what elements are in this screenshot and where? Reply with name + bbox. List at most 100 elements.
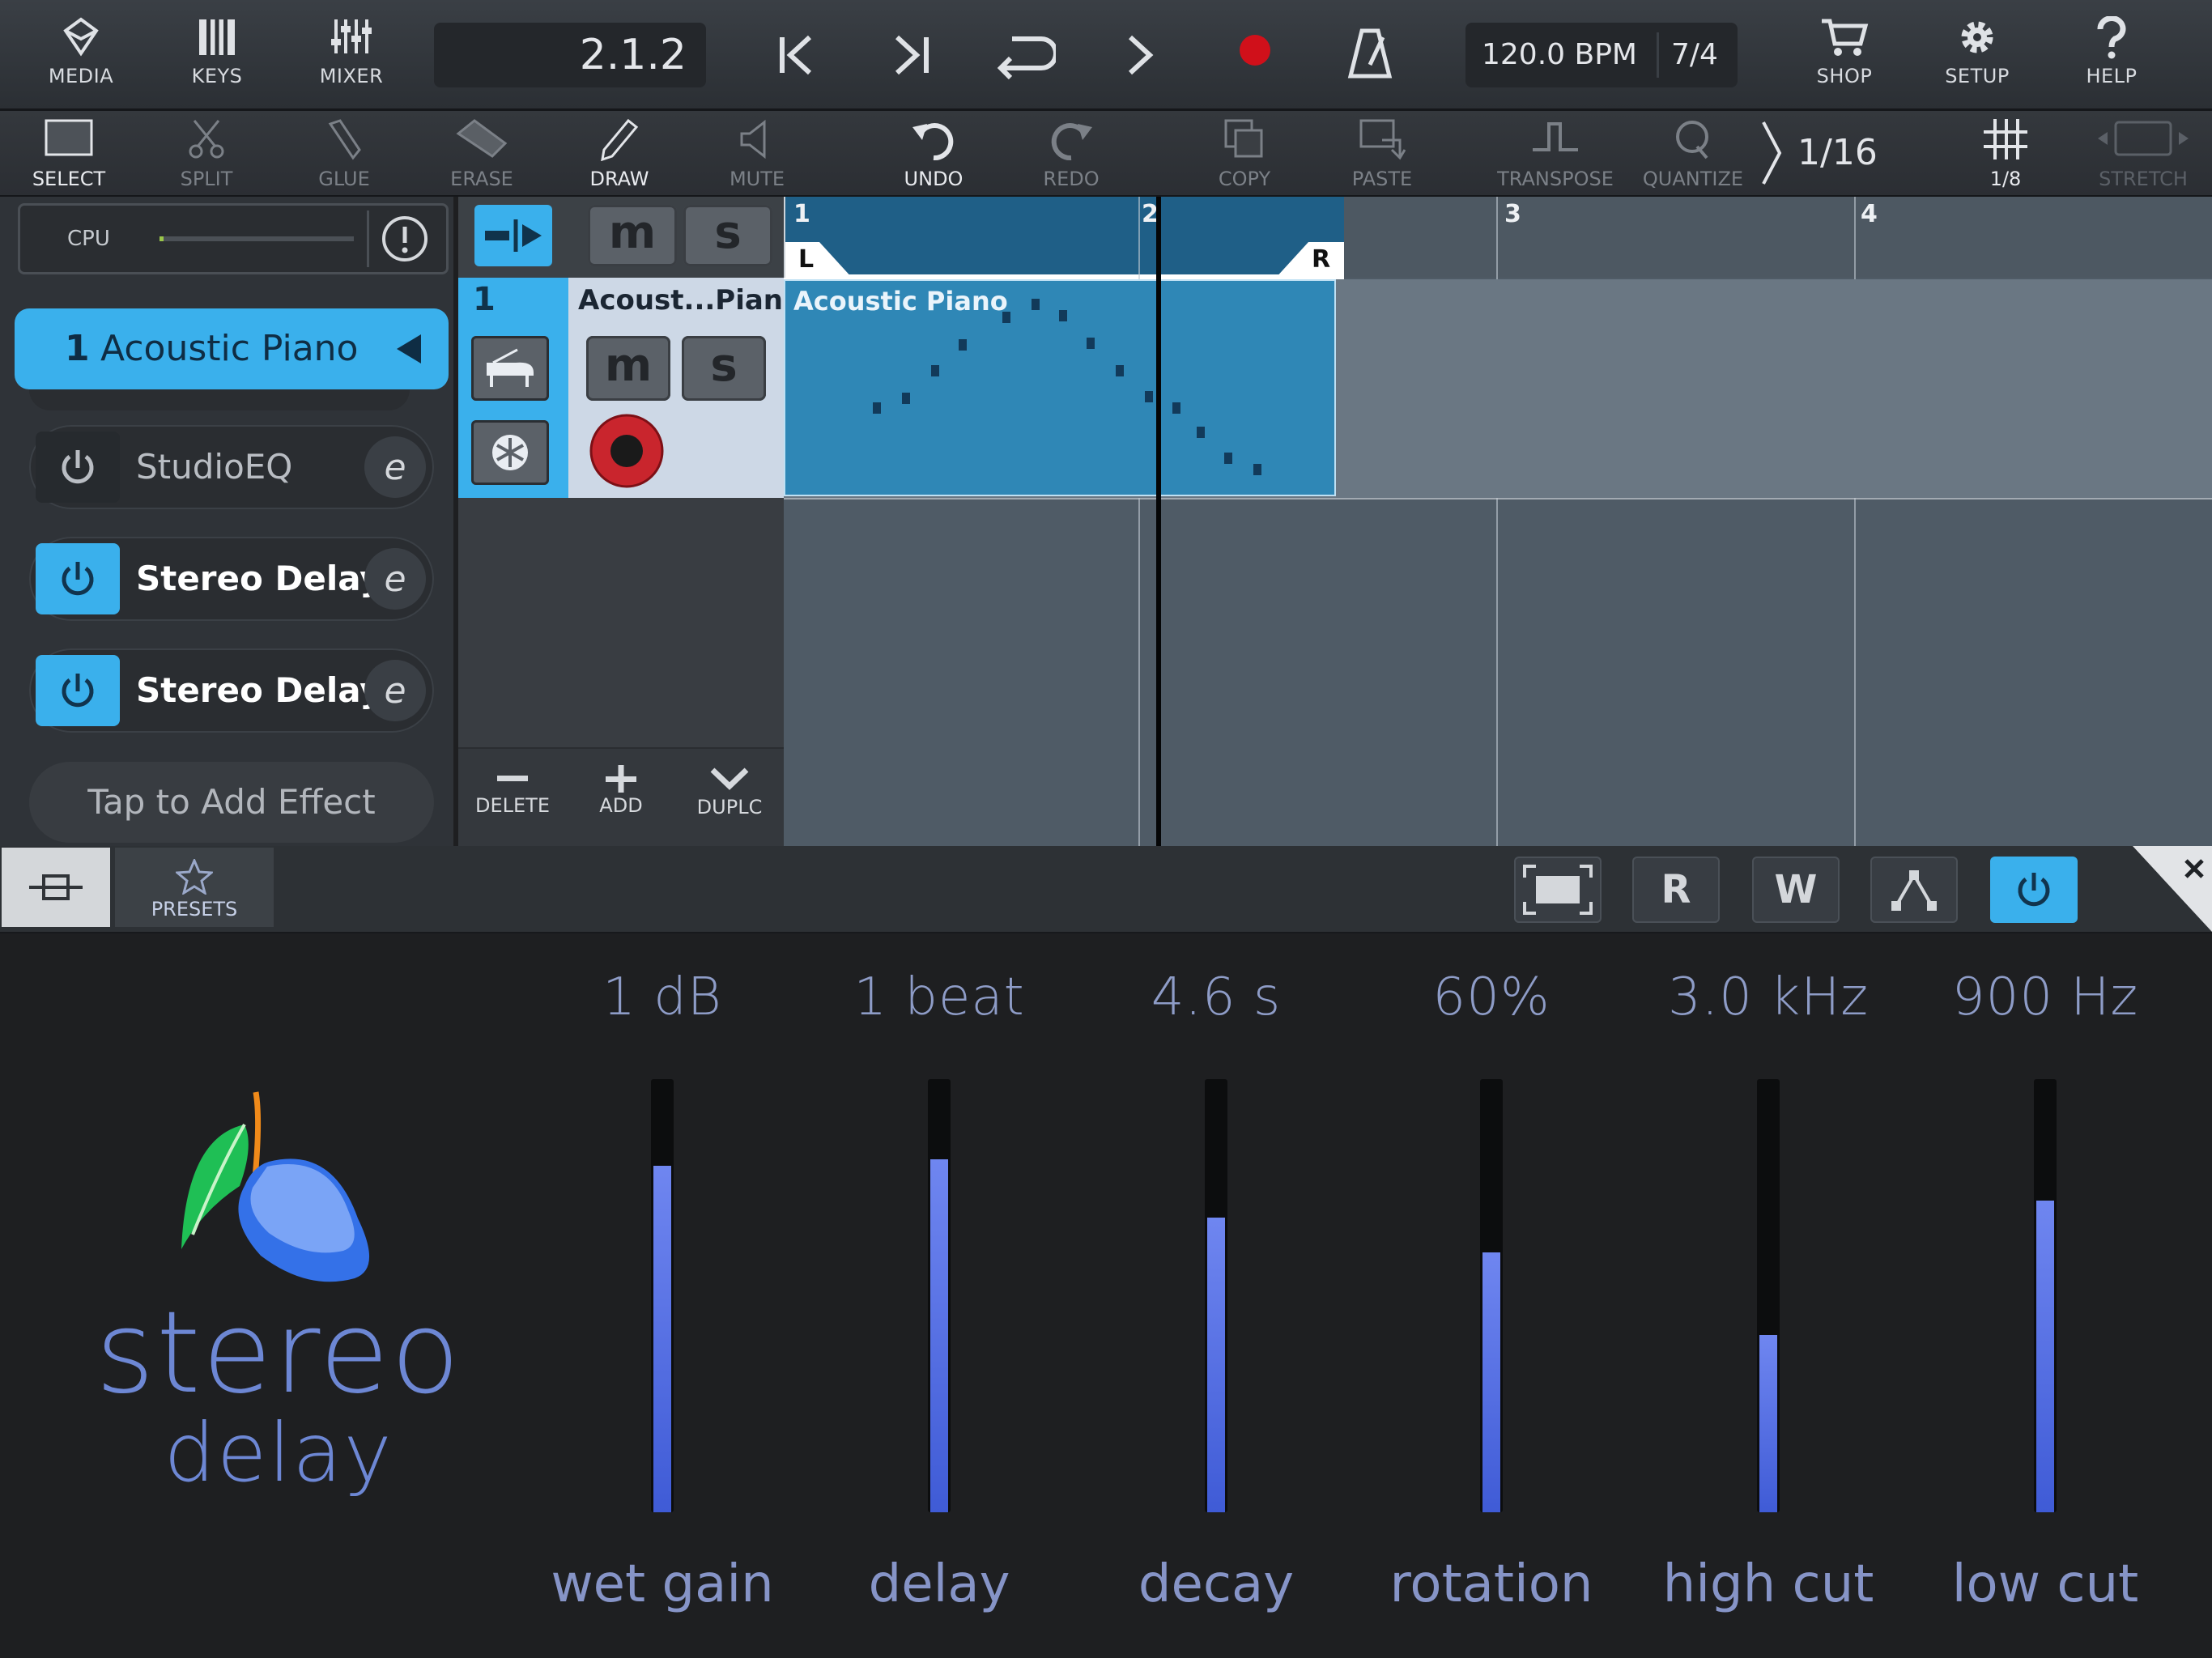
transpose-icon: [1533, 122, 1578, 151]
song-position: 2.1.2: [579, 31, 687, 79]
help-icon: [2097, 16, 2126, 59]
delete-track-button[interactable]: DELETE: [458, 749, 567, 848]
low-cut-slider[interactable]: [2034, 1079, 2057, 1512]
decay-value: 4.6 s: [1151, 967, 1282, 1027]
loop-left-marker[interactable]: [784, 242, 853, 279]
presets-button[interactable]: PRESETS: [115, 848, 274, 927]
plugin-power-button[interactable]: [1990, 857, 2078, 923]
effect-name: Stereo Delay: [136, 559, 382, 598]
select-tool[interactable]: SELECT: [0, 111, 138, 195]
glue-tool[interactable]: GLUE: [275, 111, 413, 195]
paste-icon: [1359, 119, 1406, 160]
playhead[interactable]: [1156, 197, 1161, 846]
track-mute-button[interactable]: m: [586, 336, 670, 401]
close-plugin-button[interactable]: [2133, 846, 2212, 932]
high-cut-slider[interactable]: [1757, 1079, 1780, 1512]
low-cut-value: 900 Hz: [1951, 967, 2139, 1027]
shop-button[interactable]: SHOP: [1788, 0, 1901, 108]
track-number: 1: [65, 328, 90, 369]
decay-slider-fill: [1207, 1218, 1225, 1512]
arrange-view[interactable]: L R 1 2 3 4 Acoustic Piano: [784, 197, 2212, 846]
glue-icon: [328, 119, 361, 160]
erase-tool[interactable]: ERASE: [413, 111, 551, 195]
mixer-button[interactable]: MIXER: [295, 0, 408, 108]
effect-slot-3[interactable]: Stereo Delay e: [29, 648, 434, 733]
mixer-label: MIXER: [319, 65, 384, 87]
record-icon[interactable]: [1237, 32, 1273, 68]
routing-button[interactable]: [1870, 857, 1958, 923]
quantize-value[interactable]: 1/16: [1797, 111, 1878, 195]
duplicate-track-button[interactable]: DUPLC: [675, 749, 784, 848]
fullscreen-button[interactable]: [1514, 857, 1602, 923]
edit-effect-icon[interactable]: e: [364, 660, 426, 721]
loop-range[interactable]: [784, 197, 1344, 274]
loop-right-marker[interactable]: [1274, 242, 1344, 279]
global-solo-button[interactable]: s: [683, 205, 772, 266]
media-button[interactable]: MEDIA: [24, 0, 138, 108]
transpose-button[interactable]: TRANSPOSE: [1487, 111, 1624, 195]
tempo-timesig-display[interactable]: 120.0 BPM 7/4: [1465, 23, 1738, 87]
track-header-number: 1: [473, 281, 496, 318]
selected-track-pill[interactable]: 1 Acoustic Piano: [15, 308, 449, 389]
copy-button[interactable]: COPY: [1176, 111, 1313, 195]
wet-gain-value: 1 dB: [602, 967, 722, 1027]
record-arm-button[interactable]: [588, 412, 666, 490]
follow-playhead-button[interactable]: [474, 205, 552, 266]
help-button[interactable]: HELP: [2055, 0, 2168, 108]
split-label: SPLIT: [180, 168, 233, 190]
stretch-tool[interactable]: STRETCH: [2074, 111, 2212, 195]
loop-icon[interactable]: [994, 31, 1056, 79]
keys-button[interactable]: KEYS: [160, 0, 274, 108]
midi-region[interactable]: Acoustic Piano: [784, 279, 1336, 496]
redo-button[interactable]: REDO: [1002, 111, 1140, 195]
go-to-end-icon[interactable]: [891, 32, 933, 78]
stretch-label: STRETCH: [2099, 168, 2188, 190]
draw-tool[interactable]: DRAW: [551, 111, 688, 195]
metronome-icon[interactable]: [1347, 26, 1393, 81]
effect-power-toggle[interactable]: [36, 543, 120, 614]
rotation-slider[interactable]: [1480, 1079, 1503, 1512]
delay-slider-fill: [930, 1158, 948, 1512]
stretch-icon: [2098, 121, 2189, 156]
undo-button[interactable]: UNDO: [865, 111, 1002, 195]
quantize-chevron-icon[interactable]: [1759, 119, 1786, 187]
song-position-display[interactable]: 2.1.2: [434, 23, 706, 87]
edit-effect-icon[interactable]: e: [364, 436, 426, 498]
mute-tool[interactable]: MUTE: [688, 111, 826, 195]
instrument-button[interactable]: [471, 336, 549, 401]
high-cut-value: 3.0 kHz: [1668, 967, 1869, 1027]
effect-slot-2[interactable]: Stereo Delay e: [29, 537, 434, 621]
grid-button[interactable]: 1/8: [1937, 111, 2074, 195]
edit-effect-icon[interactable]: e: [364, 548, 426, 610]
add-effect-button[interactable]: Tap to Add Effect: [29, 762, 434, 843]
global-mute-button[interactable]: m: [588, 205, 677, 266]
effect-power-toggle[interactable]: [36, 432, 120, 503]
play-icon[interactable]: [1124, 32, 1156, 78]
mango-logo-icon: [181, 1091, 370, 1282]
quantize-button[interactable]: QUANTIZE: [1624, 111, 1762, 195]
paste-label: PASTE: [1351, 168, 1413, 190]
go-to-start-icon[interactable]: [776, 32, 818, 78]
paste-button[interactable]: PASTE: [1313, 111, 1451, 195]
freeze-button[interactable]: [471, 420, 549, 485]
split-tool[interactable]: SPLIT: [138, 111, 275, 195]
wet-gain-slider[interactable]: [651, 1079, 674, 1512]
automation-write-button[interactable]: W: [1752, 857, 1840, 923]
follow-arrow-icon: [485, 219, 542, 252]
cpu-meter[interactable]: CPU: [18, 203, 449, 274]
mixer-icon: [331, 19, 372, 53]
track-header[interactable]: 1 Acoust...Piano m s: [458, 278, 802, 498]
decay-slider[interactable]: [1205, 1079, 1227, 1512]
add-track-button[interactable]: ADD: [567, 749, 675, 848]
copy-icon: [1224, 119, 1263, 158]
plugin-view-toggle[interactable]: [2, 848, 110, 927]
track-solo-button[interactable]: s: [682, 336, 766, 401]
chevron-down-icon: [710, 767, 749, 790]
setup-button[interactable]: SETUP: [1921, 0, 2034, 108]
delay-slider[interactable]: [928, 1079, 951, 1512]
effect-slot-1[interactable]: StudioEQ e: [29, 425, 434, 509]
glue-label: GLUE: [318, 168, 370, 190]
track-list-toolbar: m s: [458, 197, 784, 278]
automation-read-button[interactable]: R: [1632, 857, 1720, 923]
effect-power-toggle[interactable]: [36, 655, 120, 726]
